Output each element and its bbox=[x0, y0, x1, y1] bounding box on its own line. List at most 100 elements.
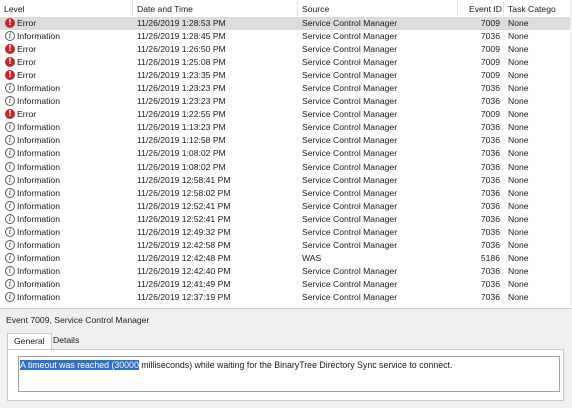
event-message[interactable]: A timeout was reached (30000 millisecond… bbox=[20, 360, 452, 370]
column-source[interactable]: Source bbox=[302, 4, 329, 14]
event-row[interactable]: ! Error 11/26/2019 1:25:08 PM Service Contr… bbox=[0, 56, 572, 69]
event-source: Service Control Manager bbox=[302, 239, 398, 250]
event-row[interactable]: i Information 11/26/2019 12:41:49 PM Servic… bbox=[0, 278, 572, 291]
event-date-time: 11/26/2019 1:26:50 PM bbox=[137, 44, 226, 55]
event-row[interactable]: i Information 11/26/2019 1:08:02 PM Service… bbox=[0, 147, 572, 160]
event-id: 7036 bbox=[480, 187, 500, 198]
event-row[interactable]: ! Error 11/26/2019 1:26:50 PM Service Contr… bbox=[0, 43, 572, 56]
event-id: 7009 bbox=[480, 109, 500, 120]
column-level[interactable]: Level bbox=[4, 4, 25, 14]
error-icon: ! bbox=[5, 57, 15, 68]
event-message-box[interactable]: A timeout was reached (30000 millisecond… bbox=[18, 356, 560, 392]
event-date-time: 11/26/2019 1:23:35 PM bbox=[137, 70, 226, 81]
event-level: Information bbox=[17, 265, 60, 276]
event-id: 7036 bbox=[480, 213, 500, 224]
event-row[interactable]: i Information 11/26/2019 1:13:23 PM Service… bbox=[0, 121, 572, 134]
event-row[interactable]: i Information 11/26/2019 12:58:41 PM Servic… bbox=[0, 174, 572, 187]
event-row[interactable]: i Information 11/26/2019 12:52:41 PM Servic… bbox=[0, 200, 572, 213]
event-row[interactable]: i Information 11/26/2019 12:52:41 PM Servic… bbox=[0, 213, 572, 226]
event-row[interactable]: i Information 11/26/2019 12:42:40 PM Servic… bbox=[0, 265, 572, 278]
event-row[interactable]: i Information 11/26/2019 1:23:23 PM Service… bbox=[0, 82, 572, 95]
event-list[interactable]: Level Date and Time Source Event ID Task… bbox=[0, 0, 572, 306]
information-icon: i bbox=[5, 96, 15, 107]
event-level: Error bbox=[17, 57, 37, 68]
event-level: Information bbox=[17, 31, 60, 42]
information-icon: i bbox=[5, 213, 15, 224]
event-source: Service Control Manager bbox=[302, 148, 398, 159]
event-date-time: 11/26/2019 1:13:23 PM bbox=[137, 122, 226, 133]
event-level: Error bbox=[17, 44, 37, 55]
event-row[interactable]: ! Error 11/26/2019 1:22:55 PM Service Contr… bbox=[0, 108, 572, 121]
information-icon: i bbox=[5, 31, 15, 42]
event-rows: ! Error 11/26/2019 1:28:53 PM Service Contr… bbox=[0, 17, 572, 304]
event-row[interactable]: i Information 11/26/2019 12:42:58 PM Servic… bbox=[0, 239, 572, 252]
column-task-category[interactable]: Task Catego bbox=[508, 4, 556, 14]
information-icon: i bbox=[5, 174, 15, 185]
column-divider[interactable] bbox=[132, 1, 133, 16]
event-level: Information bbox=[17, 200, 60, 211]
event-source: Service Control Manager bbox=[302, 70, 398, 81]
event-level: Error bbox=[17, 109, 37, 120]
error-icon: ! bbox=[5, 44, 15, 55]
event-message-selected-text[interactable]: A timeout was reached (30000 bbox=[20, 360, 139, 370]
column-event-id[interactable]: Event ID bbox=[469, 4, 502, 14]
event-date-time: 11/26/2019 12:42:40 PM bbox=[137, 265, 231, 276]
event-date-time: 11/26/2019 1:28:53 PM bbox=[137, 18, 226, 28]
event-source: Service Control Manager bbox=[302, 200, 398, 211]
event-level: Information bbox=[17, 122, 60, 133]
column-divider[interactable] bbox=[503, 1, 504, 16]
event-level: Error bbox=[17, 70, 37, 81]
error-icon: ! bbox=[5, 70, 15, 81]
event-id: 7036 bbox=[480, 122, 500, 133]
event-source: Service Control Manager bbox=[302, 135, 398, 146]
event-task-category: None bbox=[508, 187, 529, 198]
event-id: 7036 bbox=[480, 278, 500, 289]
event-detail-title: Event 7009, Service Control Manager bbox=[6, 315, 150, 325]
event-source: Service Control Manager bbox=[302, 44, 398, 55]
event-source: Service Control Manager bbox=[302, 18, 398, 28]
event-row[interactable]: i Information 11/26/2019 12:49:32 PM Servic… bbox=[0, 226, 572, 239]
event-level: Information bbox=[17, 252, 60, 263]
error-icon: ! bbox=[5, 109, 15, 120]
column-divider[interactable] bbox=[457, 1, 458, 16]
event-row[interactable]: i Information 11/26/2019 1:08:02 PM Service… bbox=[0, 161, 572, 174]
event-row[interactable]: i Information 11/26/2019 1:12:58 PM Service… bbox=[0, 134, 572, 147]
tab-general[interactable]: General bbox=[7, 333, 52, 350]
event-row[interactable]: i Information 11/26/2019 12:37:19 PM Servic… bbox=[0, 291, 572, 304]
information-icon: i bbox=[5, 239, 15, 250]
event-source: WAS bbox=[302, 252, 322, 263]
event-date-time: 11/26/2019 1:23:23 PM bbox=[137, 83, 226, 94]
event-date-time: 11/26/2019 1:12:58 PM bbox=[137, 135, 226, 146]
event-id: 5186 bbox=[480, 252, 500, 263]
event-row[interactable]: i Information 11/26/2019 1:23:23 PM Service… bbox=[0, 95, 572, 108]
event-task-category: None bbox=[508, 31, 529, 42]
column-date-time[interactable]: Date and Time bbox=[137, 4, 193, 14]
event-task-category: None bbox=[508, 161, 529, 172]
event-level: Information bbox=[17, 96, 60, 107]
event-id: 7036 bbox=[480, 135, 500, 146]
event-message-rest[interactable]: milliseconds) while waiting for the Bina… bbox=[139, 360, 452, 370]
event-id: 7036 bbox=[480, 200, 500, 211]
event-row[interactable]: i Information 11/26/2019 1:28:45 PM Service… bbox=[0, 30, 572, 43]
event-id: 7036 bbox=[480, 96, 500, 107]
column-divider[interactable] bbox=[297, 1, 298, 16]
event-task-category: None bbox=[508, 57, 529, 68]
event-row[interactable]: ! Error 11/26/2019 1:23:35 PM Service Contr… bbox=[0, 69, 572, 82]
event-level: Information bbox=[17, 135, 60, 146]
event-row[interactable]: ! Error 11/26/2019 1:28:53 PM Service Contr… bbox=[0, 17, 572, 31]
event-task-category: None bbox=[508, 122, 529, 133]
event-task-category: None bbox=[508, 291, 529, 302]
event-level: Information bbox=[17, 187, 60, 198]
event-date-time: 11/26/2019 1:22:55 PM bbox=[137, 109, 226, 120]
event-id: 7036 bbox=[480, 83, 500, 94]
event-date-time: 11/26/2019 12:49:32 PM bbox=[137, 226, 231, 237]
event-source: Service Control Manager bbox=[302, 161, 398, 172]
event-row[interactable]: i Information 11/26/2019 12:58:02 PM Servic… bbox=[0, 187, 572, 200]
event-task-category: None bbox=[508, 70, 529, 81]
event-level: Information bbox=[17, 83, 60, 94]
event-id: 7036 bbox=[480, 161, 500, 172]
tab-details[interactable]: Details bbox=[47, 333, 85, 349]
event-source: Service Control Manager bbox=[302, 57, 398, 68]
event-row[interactable]: i Information 11/26/2019 12:42:48 PM WAS 518… bbox=[0, 252, 572, 265]
event-task-category: None bbox=[508, 148, 529, 159]
